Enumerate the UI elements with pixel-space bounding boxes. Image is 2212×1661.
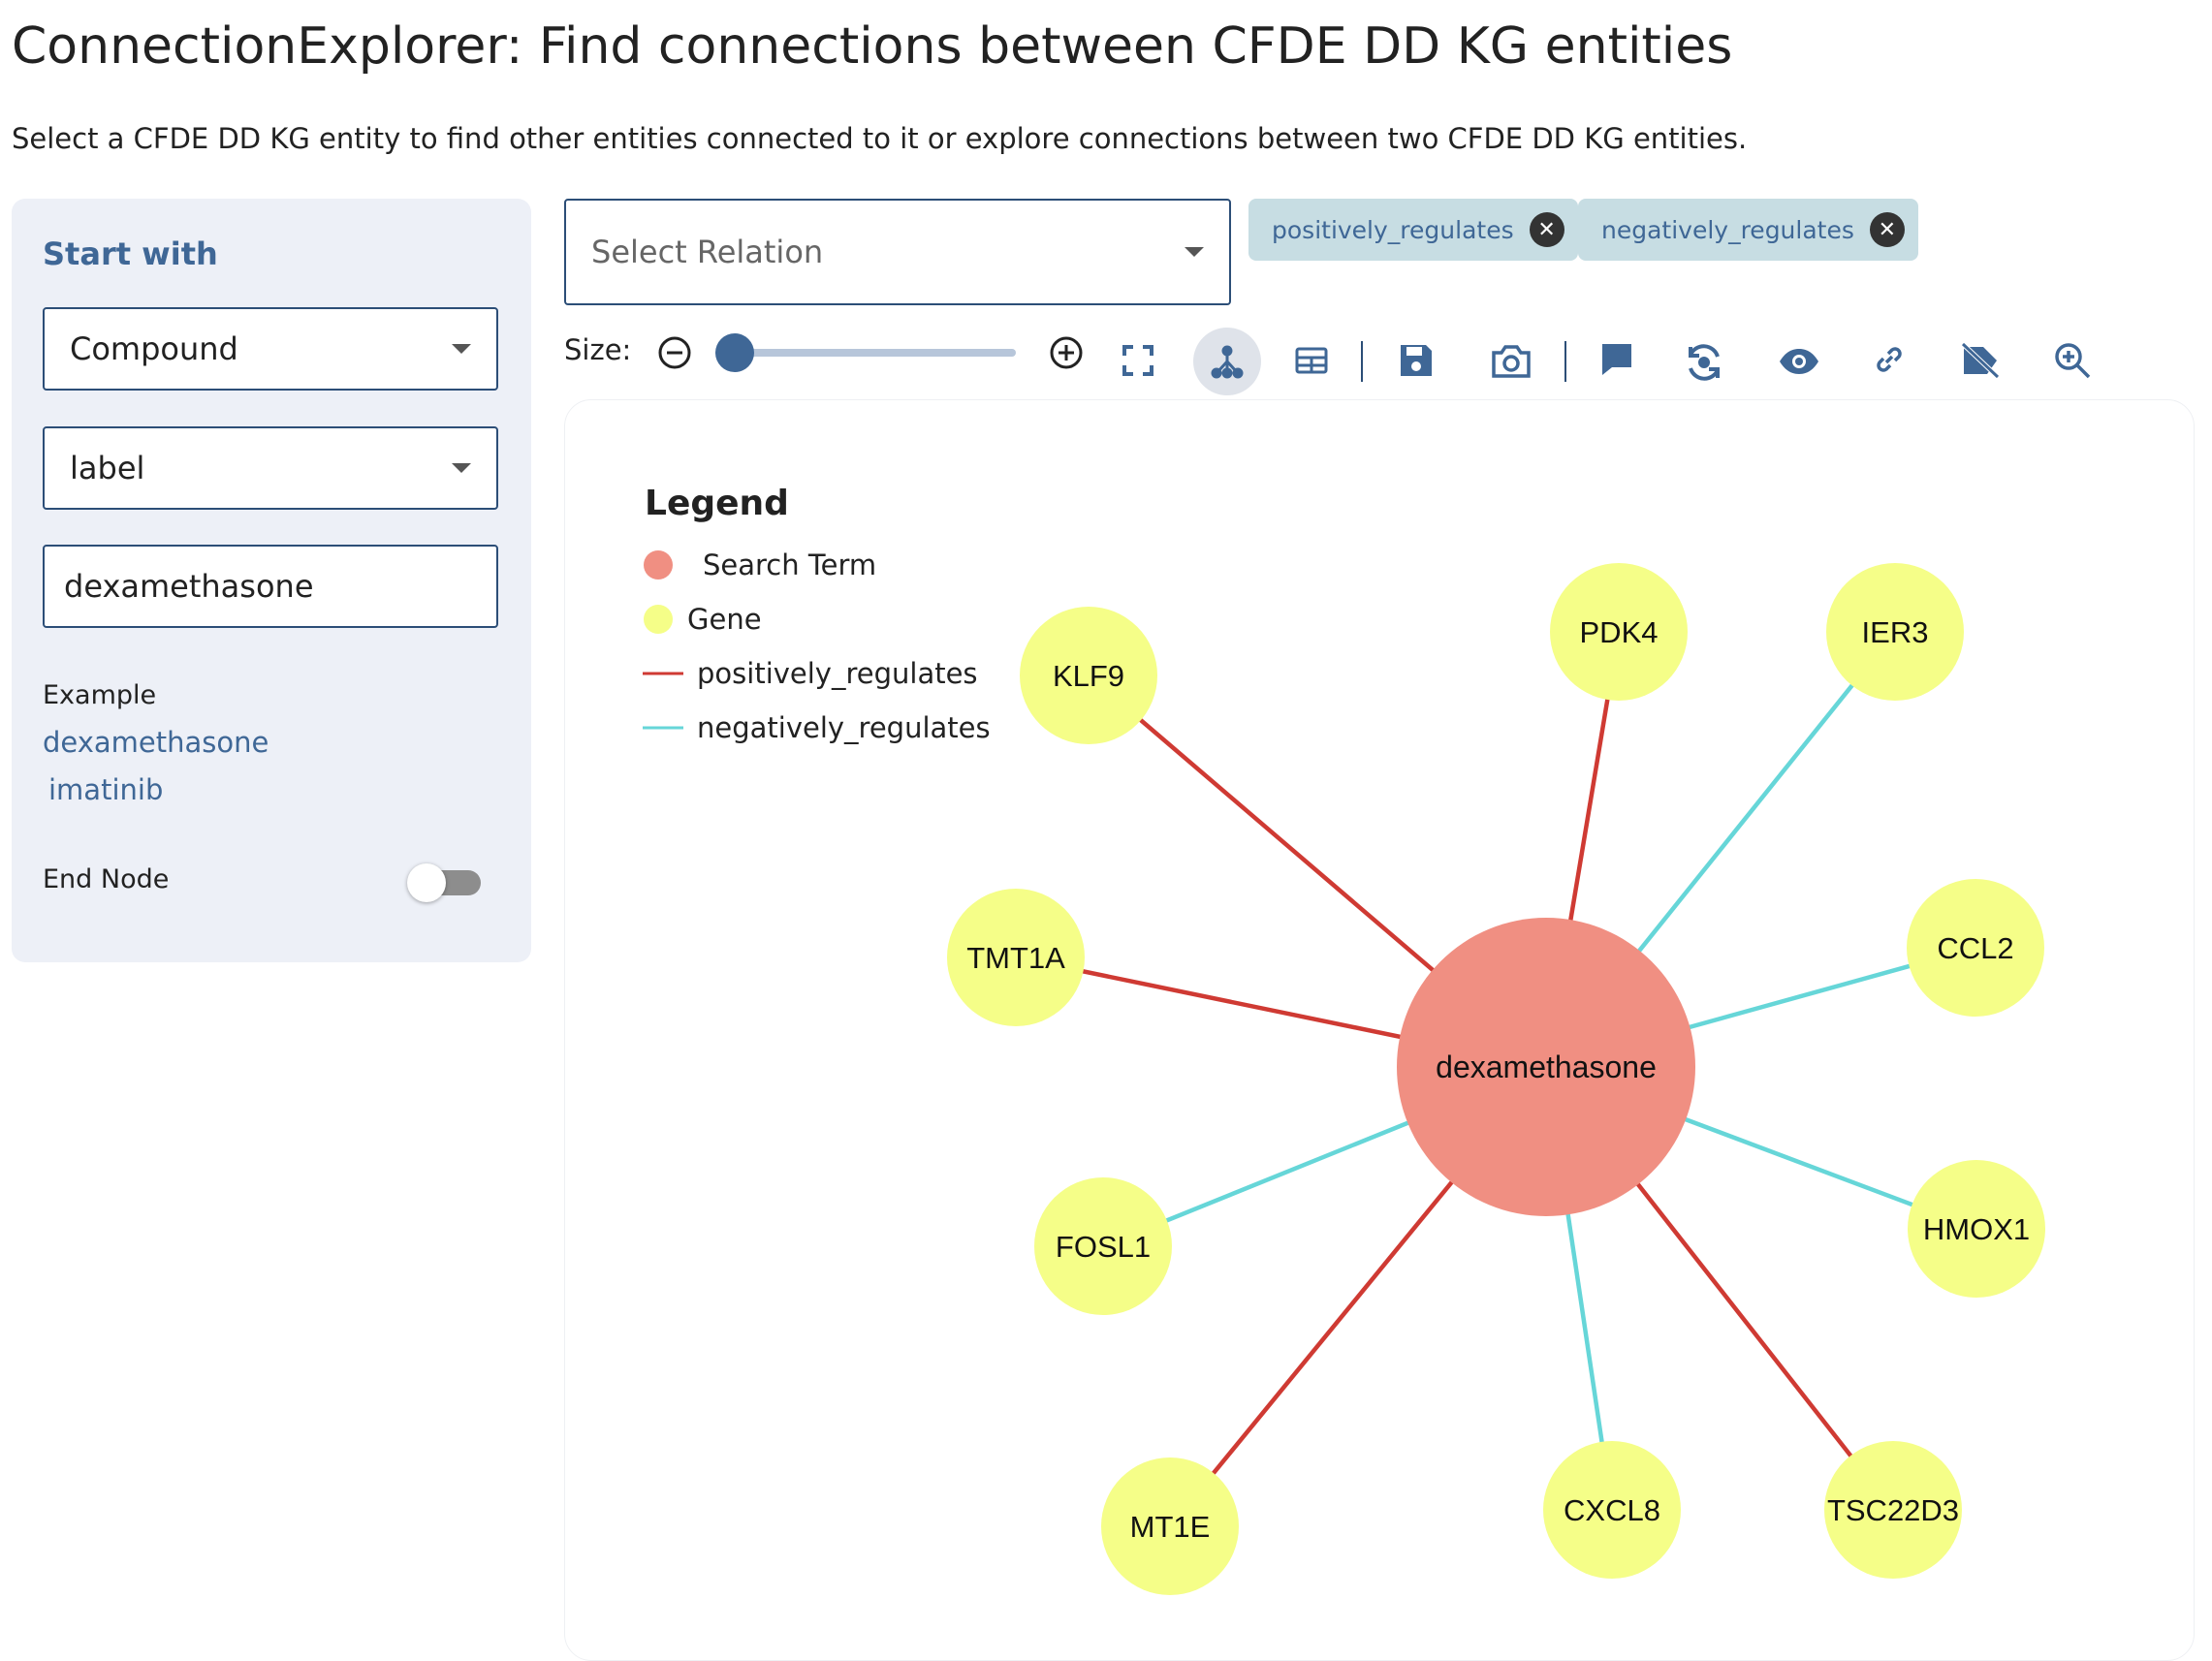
refresh-icon[interactable] bbox=[1683, 341, 1725, 384]
search-input[interactable]: dexamethasone bbox=[43, 545, 498, 628]
legend-label-positively-regulates: positively_regulates bbox=[697, 657, 978, 690]
chevron-down-icon bbox=[452, 344, 471, 354]
search-input-value: dexamethasone bbox=[64, 568, 314, 605]
camera-icon[interactable] bbox=[1490, 341, 1533, 380]
start-with-heading: Start with bbox=[43, 235, 218, 272]
legend-swatch-gene bbox=[644, 605, 673, 634]
link-icon[interactable] bbox=[1873, 343, 1906, 376]
comment-icon[interactable] bbox=[1599, 341, 1634, 378]
entity-type-value: Compound bbox=[70, 330, 238, 367]
gene-node-label: CXCL8 bbox=[1564, 1493, 1660, 1527]
legend-swatch-search-term bbox=[644, 550, 673, 580]
page-subtitle: Select a CFDE DD KG entity to find other… bbox=[12, 122, 1748, 155]
close-icon[interactable]: ✕ bbox=[1529, 212, 1564, 247]
save-icon[interactable] bbox=[1397, 341, 1436, 380]
gene-node-label: TMT1A bbox=[966, 941, 1065, 975]
example-link-imatinib[interactable]: imatinib bbox=[48, 773, 163, 806]
field-value: label bbox=[70, 450, 145, 486]
start-with-panel: Start with Compound label dexamethasone … bbox=[12, 199, 531, 962]
toggle-knob bbox=[407, 863, 446, 902]
gene-node-label: TSC22D3 bbox=[1827, 1493, 1959, 1527]
fullscreen-icon[interactable] bbox=[1122, 345, 1153, 376]
zoom-out-icon[interactable] bbox=[657, 335, 692, 370]
close-icon[interactable]: ✕ bbox=[1869, 212, 1905, 247]
legend-label-gene: Gene bbox=[687, 603, 762, 636]
field-select[interactable]: label bbox=[43, 426, 498, 510]
gene-node-label: FOSL1 bbox=[1056, 1230, 1151, 1264]
search-term-node-label: dexamethasone bbox=[1436, 1050, 1657, 1084]
example-link-dexamethasone[interactable]: dexamethasone bbox=[43, 726, 269, 759]
relation-chip-negatively-regulates: negatively_regulates ✕ bbox=[1578, 199, 1918, 261]
gene-node-label: MT1E bbox=[1130, 1510, 1211, 1544]
end-node-toggle[interactable] bbox=[407, 863, 485, 902]
end-node-label: End Node bbox=[43, 864, 170, 894]
toolbar-divider bbox=[1361, 341, 1363, 382]
page-title: ConnectionExplorer: Find connections bet… bbox=[12, 17, 1733, 76]
hide-label-icon[interactable] bbox=[1960, 341, 2001, 380]
slider-thumb[interactable] bbox=[715, 333, 754, 372]
chevron-down-icon bbox=[1185, 247, 1204, 257]
legend-label-search-term: Search Term bbox=[703, 548, 876, 581]
size-label: Size: bbox=[564, 333, 632, 366]
gene-node-label: PDK4 bbox=[1580, 615, 1659, 649]
example-label: Example bbox=[43, 680, 157, 710]
entity-type-select[interactable]: Compound bbox=[43, 307, 498, 391]
legend-title: Legend bbox=[645, 484, 789, 523]
graph-canvas[interactable]: Legend Search Term Gene positively_regulat… bbox=[565, 400, 2194, 1660]
gene-node-label: CCL2 bbox=[1937, 931, 2013, 965]
relation-select[interactable]: Select Relation bbox=[564, 199, 1231, 305]
legend-label-negatively-regulates: negatively_regulates bbox=[697, 711, 991, 744]
gene-node-label: IER3 bbox=[1862, 615, 1929, 649]
eye-icon[interactable] bbox=[1778, 347, 1820, 376]
slider-track bbox=[715, 349, 1016, 357]
gene-node-label: KLF9 bbox=[1053, 659, 1124, 693]
chevron-down-icon bbox=[452, 463, 471, 473]
graph-panel: Legend Search Term Gene positively_regulat… bbox=[564, 399, 2195, 1661]
size-slider[interactable] bbox=[715, 333, 1016, 372]
relation-chip-positively-regulates: positively_regulates ✕ bbox=[1248, 199, 1578, 261]
search-zoom-icon[interactable] bbox=[2053, 341, 2092, 380]
toolbar-divider bbox=[1564, 341, 1566, 382]
relation-chip-label: negatively_regulates bbox=[1601, 215, 1854, 244]
relation-chip-label: positively_regulates bbox=[1272, 215, 1514, 244]
gene-node-label: HMOX1 bbox=[1923, 1212, 2030, 1246]
relation-select-placeholder: Select Relation bbox=[591, 234, 824, 270]
zoom-in-icon[interactable] bbox=[1049, 335, 1084, 370]
graph-layout-icon[interactable] bbox=[1193, 328, 1261, 395]
table-icon[interactable] bbox=[1295, 345, 1328, 376]
